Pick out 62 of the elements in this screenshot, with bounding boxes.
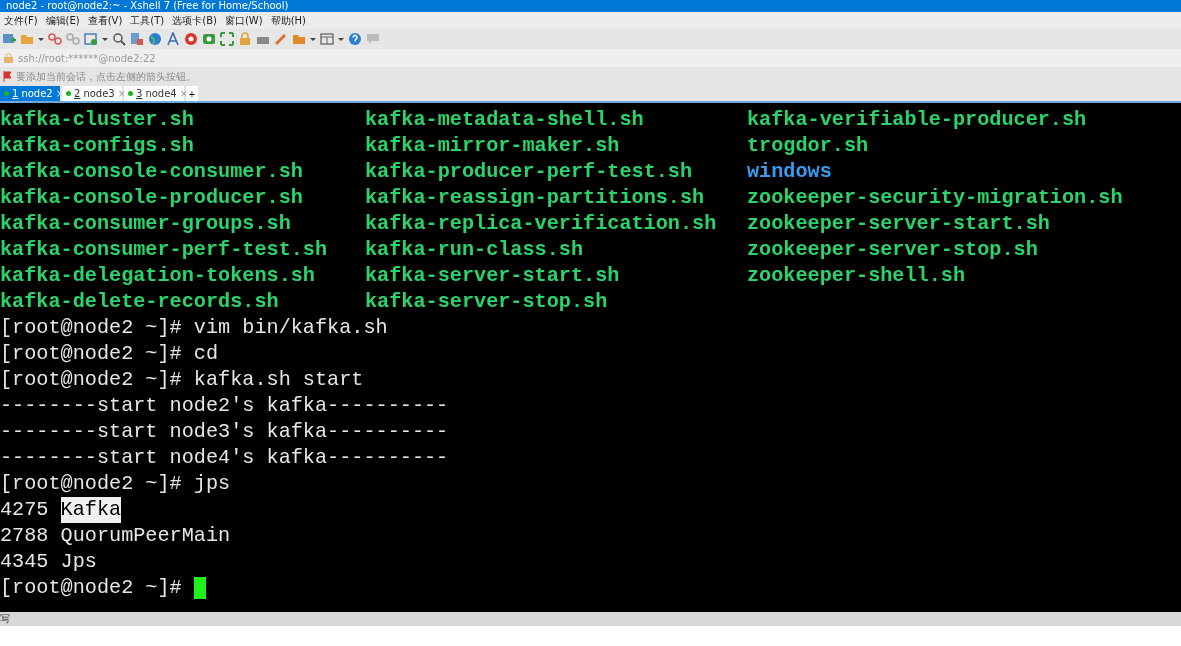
file-name: kafka-replica-verification.sh (365, 211, 718, 237)
menu-item[interactable]: 文件(F) (4, 13, 38, 28)
terminal-text: 2788 QuorumPeerMain (0, 523, 231, 549)
file-name: kafka-delegation-tokens.sh (0, 263, 316, 289)
lock-icon[interactable] (238, 32, 252, 46)
menu-item[interactable]: 查看(V) (87, 13, 123, 28)
menu-item[interactable]: 选项卡(B) (172, 13, 217, 28)
window-title: node2 - root@node2:~ - Xshell 7 (Free for Home/School) (0, 0, 1181, 12)
file-name: kafka-console-producer.sh (0, 185, 304, 211)
pen-icon[interactable] (274, 32, 288, 46)
layout-icon[interactable] (320, 32, 334, 46)
file-name: zookeeper-security-migration.sh (747, 185, 1123, 211)
menu-item[interactable]: 编辑(E) (45, 13, 80, 28)
menu-item[interactable]: 窗口(W) (224, 13, 263, 28)
terminal-text: [root@node2 ~]# jps (0, 471, 231, 497)
fullscreen-icon[interactable] (220, 32, 234, 46)
hint-text: 要添加当前会话，点击左侧的箭头按钮。 (16, 69, 196, 84)
font-icon[interactable] (166, 32, 180, 46)
terminal-text: 4275 (0, 497, 50, 523)
new-tab-button[interactable]: + (186, 86, 198, 101)
terminal-text: [root@node2 ~]# vim bin/kafka.sh (0, 315, 388, 341)
new-session-icon[interactable] (2, 32, 16, 46)
file-name: kafka-run-class.sh (365, 237, 585, 263)
file-name: kafka-server-stop.sh (365, 289, 609, 315)
directory-name: windows (747, 159, 832, 185)
file-name: kafka-producer-perf-test.sh (365, 159, 694, 185)
file-name: zookeeper-shell.sh (747, 263, 966, 289)
session-address: ssh://root:******@node2:22 (18, 52, 156, 64)
file-name: kafka-cluster.sh (0, 107, 195, 133)
terminal-text: --------start node4's kafka---------- (0, 445, 449, 471)
terminal-text: [root@node2 ~]# kafka.sh start (0, 367, 364, 393)
terminal-text: 4345 Jps (0, 549, 97, 575)
file-name: kafka-server-start.sh (365, 263, 621, 289)
lock-icon (4, 53, 13, 63)
menu-item[interactable]: 帮助(H) (270, 13, 306, 28)
session-tab[interactable]: 3 node4 × (124, 86, 184, 101)
terminal-text: [root@node2 ~]# (0, 575, 183, 601)
file-name: kafka-consumer-perf-test.sh (0, 237, 329, 263)
file-name: kafka-consumer-groups.sh (0, 211, 292, 237)
terminal-text: --------start node2's kafka---------- (0, 393, 449, 419)
file-name: kafka-delete-records.sh (0, 289, 280, 315)
file-name: zookeeper-server-start.sh (747, 211, 1050, 237)
file-name: kafka-metadata-shell.sh (365, 107, 645, 133)
file-name: kafka-console-consumer.sh (0, 159, 304, 185)
session-tab[interactable]: 2 node3 × (62, 86, 122, 101)
file-name: kafka-verifiable-producer.sh (747, 107, 1087, 133)
globe-icon[interactable] (148, 32, 162, 46)
flag-icon (3, 71, 12, 82)
file-name: zookeeper-server-stop.sh (747, 237, 1038, 263)
terminal-text: [root@node2 ~]# cd (0, 341, 219, 367)
help-icon[interactable] (348, 32, 362, 46)
session-tab[interactable]: 1 node2 × (0, 86, 60, 101)
file-name: trogdor.sh (747, 133, 869, 159)
search-icon[interactable] (112, 32, 126, 46)
compose-bar: 写 (0, 612, 1181, 626)
unlink-icon[interactable] (66, 32, 80, 46)
terminal-text: --------start node3's kafka---------- (0, 419, 449, 445)
file-name: kafka-reassign-partitions.sh (365, 185, 706, 211)
file-name: kafka-mirror-maker.sh (365, 133, 621, 159)
selected-text: Kafka (60, 497, 122, 523)
menu-item[interactable]: 工具(T) (130, 13, 165, 28)
file-name: kafka-configs.sh (0, 133, 195, 159)
